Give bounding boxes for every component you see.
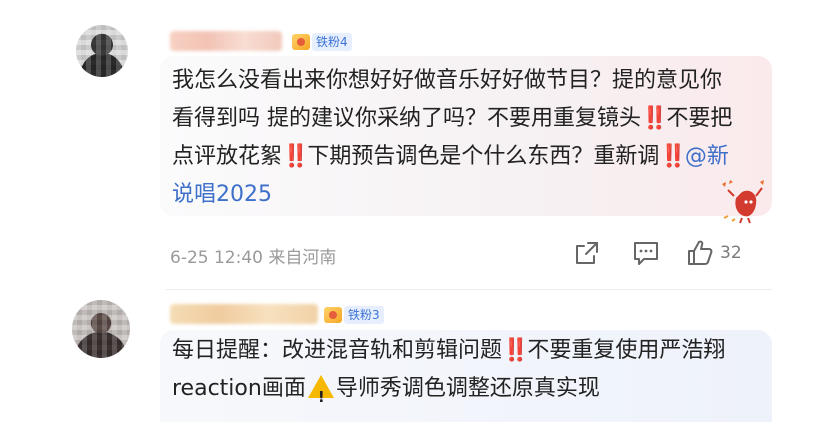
comment-meta: 6-25 12:40 来自河南: [170, 243, 336, 268]
username-blurred[interactable]: [170, 304, 318, 324]
avatar-mosaic: [76, 25, 128, 77]
comment-text-segment: 我怎么没看出来你想好好做音乐好好做节目？提的意见你看得到吗 提的建议你采纳了吗？…: [172, 68, 723, 131]
fan-badge-label: 铁粉4: [312, 33, 352, 51]
comment-button[interactable]: [632, 238, 660, 268]
comment-text: 每日提醒：改进混音轨和剪辑问题‼️不要重复使用严浩翔reaction画面导师秀调…: [172, 332, 752, 416]
fan-badge[interactable]: 铁粉4: [292, 33, 352, 51]
share-icon: [576, 242, 598, 264]
avatar[interactable]: [72, 300, 130, 358]
comment-icon: [634, 242, 658, 265]
sticker-decoration-icon: [722, 180, 764, 224]
double-exclamation-icon: ‼️: [659, 144, 686, 169]
fan-badge-icon: [324, 307, 342, 323]
comment-date: 6-25 12:40: [170, 248, 263, 268]
double-exclamation-icon: ‼️: [641, 106, 668, 131]
warning-icon: [307, 375, 334, 416]
comment-location: 来自河南: [268, 248, 337, 268]
fan-badge[interactable]: 铁粉3: [324, 306, 384, 324]
username-blurred[interactable]: [170, 31, 282, 51]
like-button[interactable]: 32: [686, 238, 742, 268]
fan-badge-label: 铁粉3: [344, 306, 384, 324]
divider: [166, 289, 772, 290]
double-exclamation-icon: ‼️: [502, 338, 529, 363]
thumbs-up-icon: [688, 240, 713, 265]
share-button[interactable]: [574, 238, 600, 268]
fan-badge-icon: [292, 34, 310, 50]
avatar[interactable]: [76, 25, 128, 77]
double-exclamation-icon: ‼️: [282, 144, 309, 169]
comment-text: 我怎么没看出来你想好好做音乐好好做节目？提的意见你看得到吗 提的建议你采纳了吗？…: [172, 62, 742, 214]
avatar-mosaic: [72, 300, 130, 358]
comment-text-segment: 下期预告调色是个什么东西？重新调: [307, 144, 660, 169]
like-count: 32: [720, 243, 742, 263]
comment-text-segment: 导师秀调色调整还原真实现: [335, 376, 600, 401]
comment-text-segment: 每日提醒：改进混音轨和剪辑问题: [172, 338, 503, 363]
